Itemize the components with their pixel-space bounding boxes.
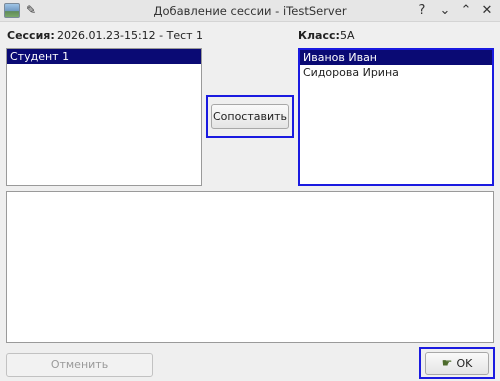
list-item-label: Иванов Иван bbox=[303, 51, 377, 64]
ok-button[interactable]: ☛ OK bbox=[425, 352, 489, 375]
matches-text-area[interactable] bbox=[6, 191, 494, 343]
class-value: 5А bbox=[340, 29, 355, 42]
class-members-list[interactable]: Иванов Иван Сидорова Ирина bbox=[298, 48, 494, 186]
help-button[interactable]: ? bbox=[413, 2, 431, 20]
class-label: Класс: bbox=[298, 29, 340, 42]
ok-button-label: OK bbox=[456, 357, 473, 370]
students-list[interactable]: Студент 1 bbox=[6, 48, 202, 186]
list-item-label: Сидорова Ирина bbox=[303, 66, 399, 79]
list-item-student-1[interactable]: Студент 1 bbox=[7, 49, 201, 64]
minimize-button[interactable]: ⌄ bbox=[436, 2, 454, 20]
ok-hand-icon: ☛ bbox=[441, 356, 453, 370]
session-label: Сессия: bbox=[7, 29, 55, 42]
pin-icon[interactable]: ✎ bbox=[26, 3, 40, 17]
match-button[interactable]: Сопоставить bbox=[211, 104, 289, 129]
app-icon bbox=[4, 3, 20, 18]
list-item-ivanov[interactable]: Иванов Иван bbox=[300, 50, 492, 65]
unmatch-button[interactable]: Отменить сопоставление bbox=[6, 353, 153, 381]
window-title: Добавление сессии - iTestServer bbox=[153, 4, 347, 18]
session-value: 2026.01.23-15:12 - Тест 1 bbox=[57, 29, 204, 42]
maximize-button[interactable]: ⌃ bbox=[457, 2, 475, 20]
list-item-sidorova[interactable]: Сидорова Ирина bbox=[300, 65, 492, 80]
title-bar: ✎ Добавление сессии - iTestServer ? ⌄ ⌃ … bbox=[0, 0, 500, 22]
close-button[interactable]: ✕ bbox=[478, 2, 496, 20]
list-item-label: Студент 1 bbox=[10, 50, 70, 63]
